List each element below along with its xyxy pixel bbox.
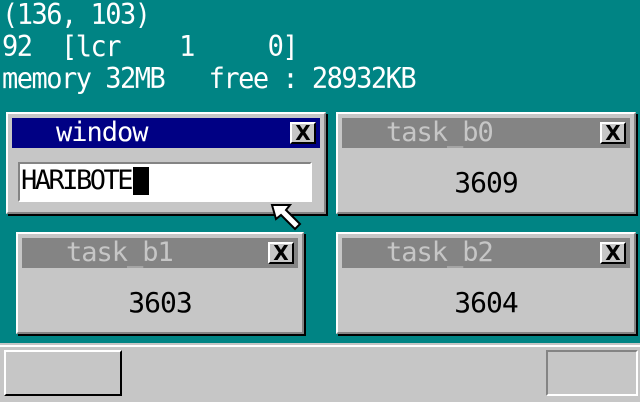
mouse-coordinates: (136, 103) [2, 0, 151, 32]
window-console-title: window [56, 117, 149, 148]
text-input-value: HARIBOTE [21, 165, 134, 196]
task-b2-counter: 3604 [454, 286, 518, 319]
close-icon[interactable]: X [290, 122, 316, 144]
memory-info: memory 32MB free : 28932KB [2, 62, 417, 96]
text-cursor [133, 167, 150, 195]
close-icon[interactable]: X [268, 242, 294, 264]
close-icon[interactable]: X [600, 242, 626, 264]
window-task-b1[interactable]: task_b1 X 3603 [16, 232, 304, 334]
system-tray [546, 350, 638, 396]
text-input[interactable]: HARIBOTE [18, 162, 312, 202]
mouse-cursor-icon [270, 204, 302, 231]
window-task-b0-title: task_b0 [386, 117, 494, 148]
window-console[interactable]: window X HARIBOTE [6, 112, 326, 214]
window-task-b1-titlebar[interactable]: task_b1 X [22, 238, 298, 268]
window-task-b0-titlebar[interactable]: task_b0 X [342, 118, 630, 148]
window-task-b0[interactable]: task_b0 X 3609 [336, 112, 636, 214]
close-icon[interactable]: X [600, 122, 626, 144]
window-console-titlebar[interactable]: window X [12, 118, 320, 148]
taskbar-divider [0, 345, 640, 347]
task-b1-counter: 3603 [128, 286, 192, 319]
start-button[interactable] [4, 350, 122, 396]
window-task-b2-title: task_b2 [386, 237, 494, 268]
mouse-button-status: 92 [lcr 1 0] [2, 30, 299, 64]
window-task-b2[interactable]: task_b2 X 3604 [336, 232, 636, 334]
desktop[interactable]: (136, 103) 92 [lcr 1 0] memory 32MB free… [0, 0, 640, 402]
window-task-b2-titlebar[interactable]: task_b2 X [342, 238, 630, 268]
window-task-b1-title: task_b1 [66, 237, 174, 268]
task-b0-counter: 3609 [454, 166, 518, 199]
